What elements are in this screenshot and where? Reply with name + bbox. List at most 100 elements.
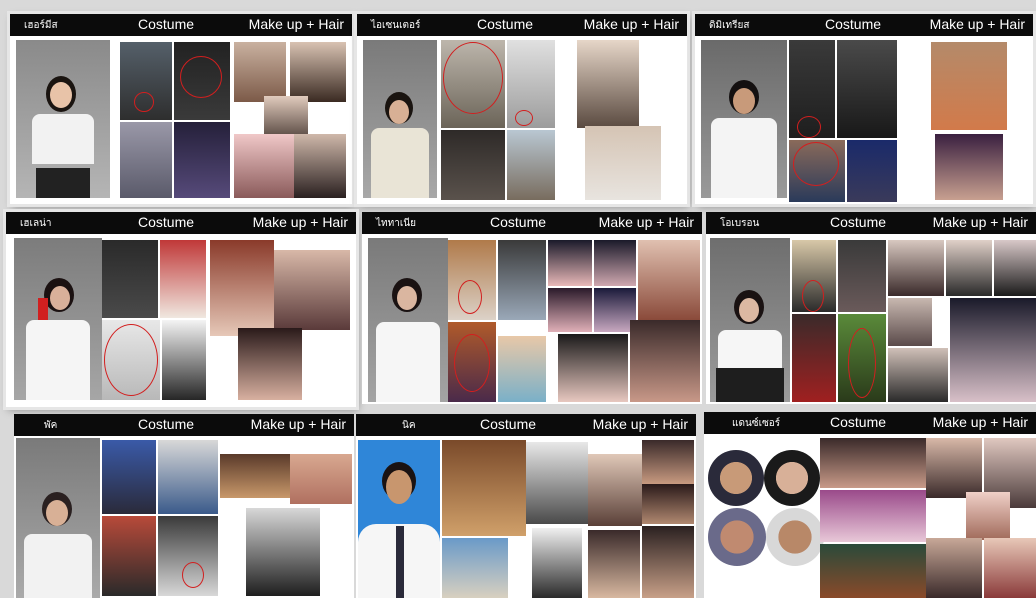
makeup-ref-photo [290, 42, 346, 102]
makeup-ref-photo [220, 454, 290, 498]
costume-ref-photo [448, 322, 496, 402]
character-name: ไททาเนีย [376, 218, 416, 229]
costume-label: Costume [138, 416, 195, 432]
actor-photo [710, 238, 790, 402]
dancer-photo [766, 508, 824, 566]
board-demetrius: ดิมิเทรียส Costume Make up + Hair [695, 14, 1033, 204]
makeup-ref-photo [642, 526, 694, 598]
costume-ref-photo [162, 320, 206, 400]
makeup-ref-photo [238, 328, 302, 400]
character-name: แดนซ์เซอร์ [732, 418, 781, 429]
board-helena: เฮเลน่า Costume Make up + Hair [6, 212, 356, 407]
makeup-ref-photo [246, 508, 320, 596]
makeup-ref-photo [588, 530, 640, 598]
board-titania: ไททาเนีย Costume Make up + Hair [362, 212, 702, 404]
costume-ref-photo [174, 42, 230, 120]
board-header: โอเบรอน Costume Make up + Hair [706, 212, 1036, 234]
makeup-ref-photo [888, 348, 948, 402]
costume-label: Costume [825, 16, 882, 32]
makeup-ref-photo [210, 240, 274, 336]
actor-photo [368, 238, 448, 402]
makeup-ref-photo [274, 250, 350, 330]
costume-label: Costume [490, 214, 547, 230]
costume-ref-photo [507, 40, 555, 128]
costume-label: Costume [830, 414, 887, 430]
costume-ref-photo [158, 440, 218, 514]
costume-ref-photo [789, 40, 835, 138]
costume-ref-photo [820, 490, 926, 542]
makeup-ref-photo [642, 484, 694, 524]
costume-label: Costume [830, 214, 887, 230]
costume-ref-photo [448, 240, 496, 320]
costume-ref-photo [526, 442, 588, 524]
makeup-ref-photo [946, 240, 992, 296]
makeup-ref-photo [888, 240, 944, 296]
board-header: แดนซ์เซอร์ Costume Make up + Hair [704, 412, 1036, 434]
costume-ref-photo [532, 528, 582, 598]
makeup-hair-label: Make up + Hair [932, 214, 1028, 230]
dancer-photo [708, 450, 764, 506]
costume-ref-photo [160, 240, 206, 318]
makeup-ref-photo [577, 40, 639, 128]
costume-ref-photo [792, 314, 836, 402]
board-header: เฮอร์มีส Costume Make up + Hair [10, 14, 352, 36]
board-header: นิค Costume Make up + Hair [356, 414, 696, 436]
makeup-ref-photo [594, 240, 636, 286]
actor-photo [701, 40, 787, 198]
actor-photo [16, 438, 100, 598]
makeup-ref-photo [290, 454, 352, 504]
costume-label: Costume [480, 416, 537, 432]
dancer-photo [708, 508, 766, 566]
costume-ref-photo [442, 538, 508, 598]
makeup-ref-photo [888, 298, 932, 346]
makeup-ref-photo [966, 492, 1010, 540]
costume-ref-photo [837, 40, 897, 138]
makeup-hair-label: Make up + Hair [932, 414, 1028, 430]
makeup-hair-label: Make up + Hair [598, 214, 694, 230]
makeup-ref-photo [638, 240, 700, 320]
costume-ref-photo [820, 438, 926, 488]
costume-ref-photo [820, 544, 926, 598]
costume-ref-photo [102, 240, 158, 318]
makeup-ref-photo [234, 42, 286, 102]
makeup-ref-photo [548, 240, 592, 286]
costume-ref-photo [102, 320, 160, 400]
board-nick: นิค Costume Make up + Hair [356, 414, 696, 598]
actor-photo [363, 40, 437, 198]
board-puck: พัค Costume Make up + Hair [14, 414, 354, 598]
character-name: เฮเลน่า [20, 218, 52, 229]
costume-ref-photo [507, 130, 555, 200]
costume-ref-photo [498, 336, 546, 402]
makeup-ref-photo [294, 134, 346, 198]
makeup-ref-photo [548, 288, 592, 332]
makeup-hair-label: Make up + Hair [252, 214, 348, 230]
board-header: เฮเลน่า Costume Make up + Hair [6, 212, 356, 234]
character-name: พัค [44, 420, 58, 431]
costume-ref-photo [441, 40, 505, 128]
board-hermia: เฮอร์มีส Costume Make up + Hair [10, 14, 352, 204]
costume-ref-photo [792, 240, 836, 312]
costume-ref-photo [442, 440, 526, 536]
actor-photo [358, 440, 440, 598]
costume-ref-photo [838, 314, 886, 402]
costume-ref-photo [102, 440, 156, 514]
makeup-ref-photo [558, 334, 628, 402]
board-oberon: โอเบรอน Costume Make up + Hair [706, 212, 1036, 404]
costume-ref-photo [441, 130, 505, 200]
board-header: ดิมิเทรียส Costume Make up + Hair [695, 14, 1033, 36]
dancer-photo [764, 450, 820, 506]
makeup-ref-photo [630, 320, 700, 402]
costume-ref-photo [102, 516, 156, 596]
costume-ref-photo [498, 240, 546, 320]
board-dancers: แดนซ์เซอร์ Costume Make up + Hair [704, 412, 1036, 598]
costume-label: Costume [138, 16, 195, 32]
makeup-ref-photo [994, 240, 1036, 296]
costume-ref-photo [174, 122, 230, 198]
makeup-ref-photo [984, 538, 1036, 598]
character-name: นิค [402, 420, 416, 431]
character-name: โอเบรอน [720, 218, 760, 229]
costume-ref-photo [120, 122, 172, 198]
character-name: ไอเซนเตอร์ [371, 20, 421, 31]
costume-ref-photo [158, 516, 218, 596]
board-header: พัค Costume Make up + Hair [14, 414, 354, 436]
